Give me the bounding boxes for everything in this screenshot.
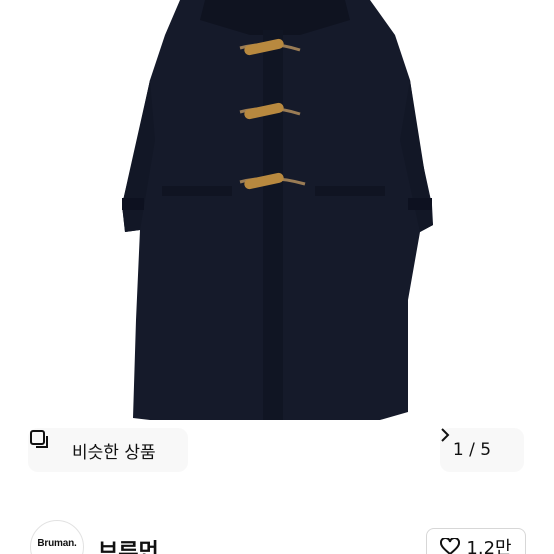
similar-products-icon (30, 430, 64, 461)
similar-products-button[interactable]: 비슷한 상품 (28, 428, 188, 472)
like-button[interactable]: 1.2만 (426, 528, 526, 554)
heart-outline-icon (440, 536, 461, 554)
seller-avatar-logo: Bruman. (37, 538, 77, 549)
image-counter-button[interactable]: 1 / 5 (440, 428, 524, 472)
similar-products-label: 비슷한 상품 (72, 442, 156, 463)
product-image[interactable]: 비슷한 상품 1 / 5 (0, 0, 554, 490)
duffle-coat-image (122, 0, 433, 420)
seller-avatar[interactable]: Bruman. (30, 520, 84, 554)
chevron-right-icon (441, 428, 511, 457)
seller-name[interactable]: 브루먼 (98, 534, 159, 554)
like-count: 1.2만 (466, 538, 512, 554)
image-counter-text: 1 / 5 (452, 440, 492, 460)
seller-info-row: Bruman. 브루먼 1.2만 (0, 500, 554, 554)
